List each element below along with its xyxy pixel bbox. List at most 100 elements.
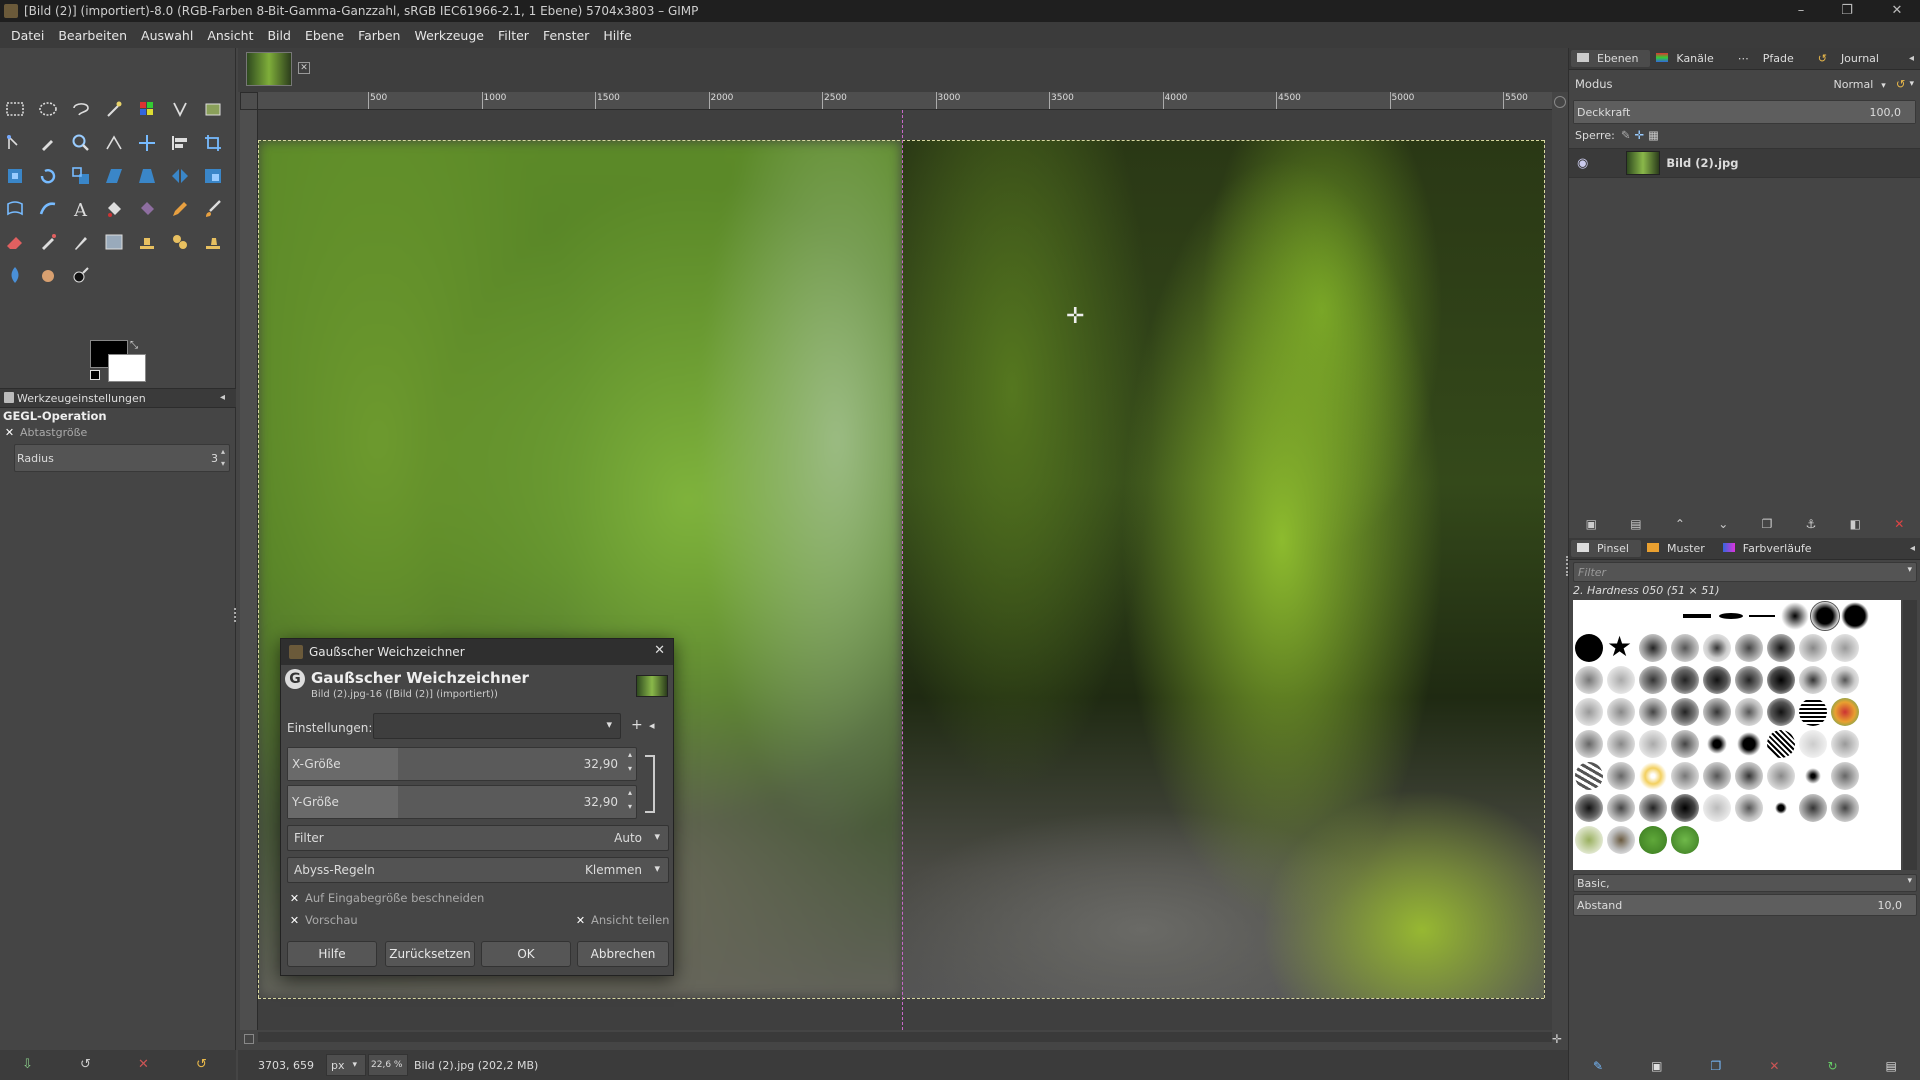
mode-select[interactable]: Normal ▾ [1833, 78, 1885, 91]
split-view-checkbox-icon[interactable]: ✕ [575, 915, 586, 926]
brush-item[interactable] [1703, 794, 1731, 822]
open-as-image-icon[interactable]: ▤ [1886, 1059, 1897, 1073]
mode-switch-icon[interactable]: ↺ [1896, 77, 1906, 91]
align-tool-icon[interactable] [167, 130, 193, 156]
menu-bild[interactable]: Bild [260, 28, 297, 43]
layer-mask-icon[interactable]: ◧ [1850, 517, 1861, 531]
brush-item[interactable] [1639, 762, 1667, 790]
chain-link-icon[interactable] [645, 755, 655, 813]
zoom-selector[interactable]: 22,6 % [368, 1054, 408, 1076]
brush-item[interactable] [1639, 730, 1667, 758]
brush-item[interactable] [1719, 613, 1743, 619]
pepper-brush-icon[interactable] [1639, 826, 1667, 854]
paths-tool-icon[interactable] [2, 130, 28, 156]
brush-item[interactable] [1831, 794, 1859, 822]
y-size-spinner[interactable]: Y-Größe 32,90 ▴ ▾ [287, 785, 637, 819]
new-brush-icon[interactable]: ▣ [1651, 1059, 1662, 1073]
brush-item[interactable] [1735, 634, 1763, 662]
menu-werkzeuge[interactable]: Werkzeuge [407, 28, 491, 43]
image-tab-thumbnail[interactable] [246, 52, 292, 86]
ruler-corner-icon[interactable] [240, 92, 258, 110]
spinner-up-icon[interactable]: ▴ [628, 788, 632, 797]
clip-checkbox-icon[interactable]: ✕ [289, 893, 300, 904]
brush-item[interactable] [1607, 666, 1635, 694]
brush-item[interactable] [1799, 794, 1827, 822]
tab-pfade[interactable]: ⋯ Pfade [1726, 50, 1806, 67]
spacing-slider[interactable]: Abstand 10,0 [1573, 894, 1917, 916]
presets-select[interactable]: ▾ [373, 713, 621, 739]
maximize-button[interactable]: ❐ [1824, 0, 1870, 22]
brush-item[interactable] [1607, 794, 1635, 822]
restore-options-icon[interactable]: ↺ [80, 1057, 91, 1072]
eye-icon[interactable]: ◉ [1577, 156, 1588, 171]
cage-transform-icon[interactable] [200, 163, 226, 189]
brush-item[interactable] [1831, 666, 1859, 694]
x-size-spinner[interactable]: X-Größe 32,90 ▴ ▾ [287, 747, 637, 781]
lower-layer-icon[interactable]: ⌄ [1718, 517, 1728, 531]
split-view-guide[interactable] [902, 110, 903, 1030]
menu-ansicht[interactable]: Ansicht [200, 28, 260, 43]
filter-select[interactable]: Filter Auto ▾ [287, 825, 669, 851]
flip-tool-icon[interactable] [167, 163, 193, 189]
brush-item[interactable] [1831, 634, 1859, 662]
zoom-to-fit-icon[interactable] [1554, 96, 1566, 108]
perspective-clone-icon[interactable] [200, 229, 226, 255]
airbrush-icon[interactable] [35, 229, 61, 255]
panel-menu-icon[interactable]: ◂ [1903, 51, 1920, 66]
sample-size-checkbox-icon[interactable]: ✕ [4, 427, 15, 438]
perspective-tool-icon[interactable] [134, 163, 160, 189]
menu-hilfe[interactable]: Hilfe [596, 28, 638, 43]
smudge-tool-icon[interactable] [35, 262, 61, 288]
brush-item[interactable] [1639, 666, 1667, 694]
brush-item[interactable] [1575, 794, 1603, 822]
brush-item[interactable] [1703, 698, 1731, 726]
navigate-icon[interactable]: ✛ [1552, 1032, 1562, 1046]
menu-bearbeiten[interactable]: Bearbeiten [51, 28, 134, 43]
rect-select-icon[interactable] [2, 96, 28, 122]
reset-button[interactable]: Zurücksetzen [385, 941, 475, 967]
brush-item[interactable] [1841, 602, 1869, 630]
dock-resize-handle[interactable] [234, 608, 237, 622]
dialog-titlebar[interactable]: Gaußscher Weichzeichner ✕ [281, 639, 673, 665]
brush-item[interactable] [1671, 698, 1699, 726]
brush-item[interactable] [1799, 666, 1827, 694]
brush-item[interactable] [1575, 762, 1603, 790]
brush-item[interactable] [1671, 634, 1699, 662]
brush-item[interactable] [1831, 730, 1859, 758]
preview-checkbox-icon[interactable]: ✕ [289, 915, 300, 926]
measure-tool-icon[interactable] [101, 130, 127, 156]
dialog-close-icon[interactable]: ✕ [654, 643, 665, 658]
pencil-icon[interactable] [167, 196, 193, 222]
brush-item-selected[interactable] [1810, 601, 1840, 631]
select-by-color-icon[interactable] [134, 96, 160, 122]
abyss-policy-select[interactable]: Abyss-Regeln Klemmen ▾ [287, 857, 669, 883]
menu-datei[interactable]: Datei [4, 28, 51, 43]
layer-row[interactable]: ◉ Bild (2).jpg [1569, 148, 1920, 178]
tab-farbverlaeufe[interactable]: Farbverläufe [1717, 540, 1824, 557]
tab-kanaele[interactable]: Kanäle [1650, 50, 1725, 67]
panel-menu-icon[interactable]: ◂ [220, 392, 225, 403]
brush-item[interactable] [1799, 762, 1827, 790]
eraser-icon[interactable] [2, 229, 28, 255]
new-layer-group-icon[interactable]: ▤ [1630, 517, 1641, 531]
delete-brush-icon[interactable]: ✕ [1769, 1059, 1779, 1073]
help-button[interactable]: Hilfe [287, 941, 377, 967]
scissors-select-icon[interactable] [167, 96, 193, 122]
bucket-fill-icon[interactable] [101, 196, 127, 222]
dodge-burn-icon[interactable] [68, 262, 94, 288]
brush-item[interactable] [1671, 666, 1699, 694]
brush-item[interactable] [1575, 730, 1603, 758]
brush-item[interactable] [1671, 794, 1699, 822]
brush-item[interactable] [1735, 698, 1763, 726]
tool-options-tab[interactable]: Werkzeugeinstellungen ◂ [0, 388, 236, 408]
horizontal-scrollbar[interactable] [258, 1032, 1552, 1042]
brush-item[interactable] [1799, 634, 1827, 662]
cancel-button[interactable]: Abbrechen [577, 941, 669, 967]
anchor-layer-icon[interactable]: ⚓ [1806, 517, 1817, 531]
warp-transform-icon[interactable] [2, 196, 28, 222]
opacity-slider[interactable]: Deckkraft 100,0 [1573, 100, 1916, 124]
brush-item[interactable] [1767, 730, 1795, 758]
split-view-checkbox-row[interactable]: ✕ Ansicht teilen [575, 913, 670, 927]
raise-layer-icon[interactable]: ⌃ [1675, 517, 1685, 531]
layer-name[interactable]: Bild (2).jpg [1666, 156, 1738, 170]
